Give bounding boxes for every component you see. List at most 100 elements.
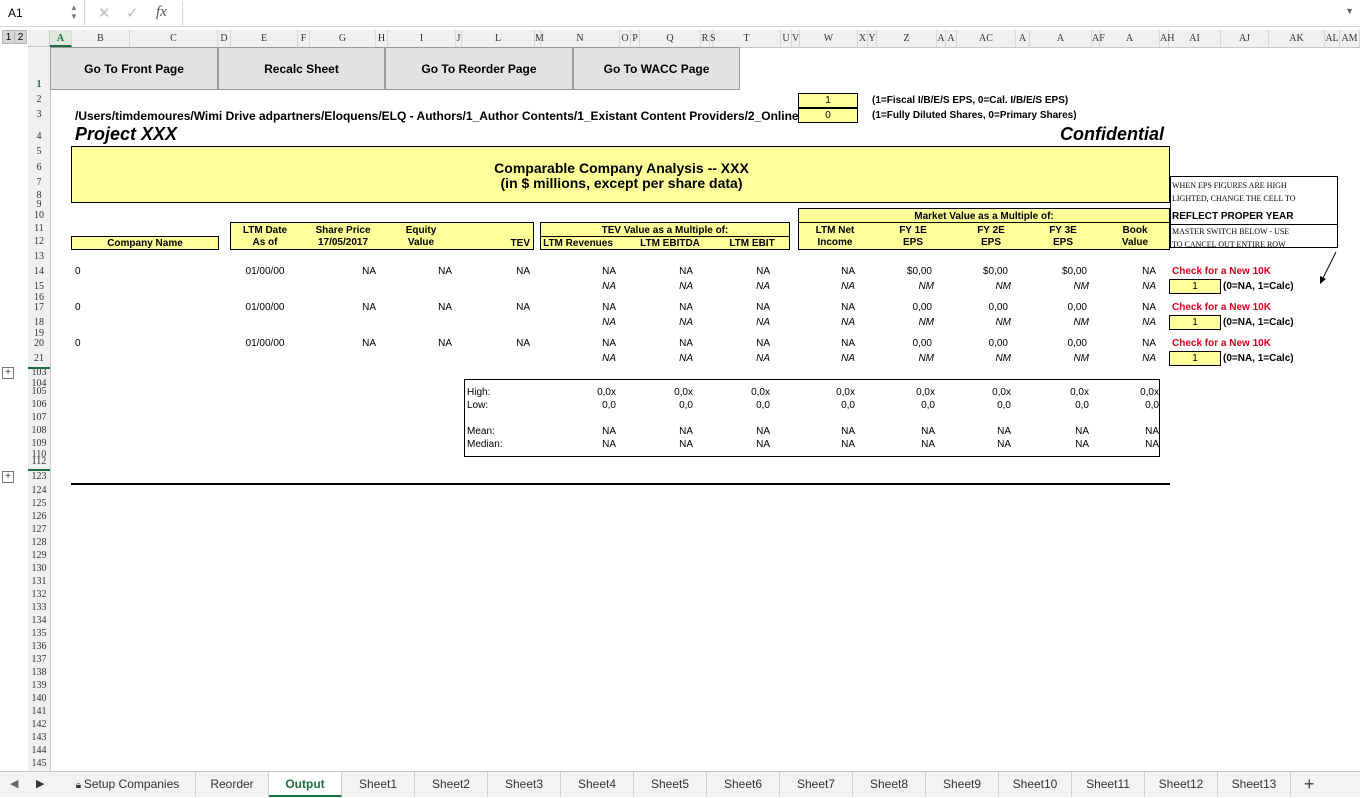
row-header-cell[interactable]: 143: [28, 732, 50, 744]
row-header-cell[interactable]: 112: [28, 456, 50, 468]
sheet-tab[interactable]: Sheet9: [926, 772, 999, 797]
chevron-down-icon[interactable]: ▼: [1345, 6, 1354, 16]
column-header-cell[interactable]: AL: [1325, 30, 1340, 47]
enter-check-icon[interactable]: ✓: [126, 4, 139, 22]
row-header-cell[interactable]: 107: [28, 412, 50, 424]
column-header-cell[interactable]: G: [310, 30, 376, 47]
column-header-cell[interactable]: Q: [640, 30, 701, 47]
column-header-cell[interactable]: B: [72, 30, 130, 47]
sheet-tab[interactable]: Sheet12: [1145, 772, 1218, 797]
row-header-cell[interactable]: 130: [28, 563, 50, 575]
select-all-corner[interactable]: [28, 30, 50, 47]
column-header-cell[interactable]: R: [701, 30, 710, 47]
sheet-tab[interactable]: Reorder: [196, 772, 269, 797]
row-header-cell[interactable]: 145: [28, 758, 50, 770]
row-header-cell[interactable]: 141: [28, 706, 50, 718]
column-header-cell[interactable]: A: [946, 30, 957, 47]
column-header-cell[interactable]: AF: [1092, 30, 1105, 47]
column-header-cell[interactable]: A: [50, 30, 72, 47]
prev-sheet-icon[interactable]: ◀: [10, 777, 18, 790]
row-header-cell[interactable]: 21: [28, 353, 50, 365]
row-header-cell[interactable]: 137: [28, 654, 50, 666]
function-icon[interactable]: fx: [156, 4, 167, 21]
name-box[interactable]: A1 ▲ ▼: [0, 0, 85, 26]
column-header-cell[interactable]: AI: [1169, 30, 1221, 47]
row-header-cell[interactable]: 13: [28, 251, 50, 263]
row-header-cell[interactable]: 138: [28, 667, 50, 679]
formula-input[interactable]: [182, 2, 1347, 26]
sheet-tab[interactable]: Sheet3: [488, 772, 561, 797]
sheet-tab[interactable]: Sheet4: [561, 772, 634, 797]
cancel-icon[interactable]: ✕: [98, 4, 111, 22]
row-header-cell[interactable]: 134: [28, 615, 50, 627]
row-header-cell[interactable]: 124: [28, 485, 50, 497]
sheet-tab[interactable]: Sheet5: [634, 772, 707, 797]
name-box-dropdown-icon[interactable]: ▲ ▼: [70, 3, 78, 21]
recalc-sheet-button[interactable]: Recalc Sheet: [218, 47, 385, 90]
row-header-cell[interactable]: 5: [28, 146, 50, 158]
sheet-tab[interactable]: Sheet13: [1218, 772, 1291, 797]
column-header-cell[interactable]: O: [620, 30, 631, 47]
column-header-cell[interactable]: A: [937, 30, 946, 47]
row-header-cell[interactable]: 144: [28, 745, 50, 757]
row-header-cell[interactable]: 136: [28, 641, 50, 653]
row-header-cell[interactable]: 4: [28, 131, 50, 143]
row-header-cell[interactable]: 10: [28, 210, 50, 222]
column-header-cell[interactable]: T: [713, 30, 781, 47]
column-header-cell[interactable]: D: [218, 30, 231, 47]
sheet-tab[interactable]: Sheet7: [780, 772, 853, 797]
go-to-wacc-page-button[interactable]: Go To WACC Page: [573, 47, 740, 90]
row-header-cell[interactable]: 131: [28, 576, 50, 588]
column-header-cell[interactable]: W: [800, 30, 858, 47]
row-header-cell[interactable]: 126: [28, 511, 50, 523]
row-header-cell[interactable]: 127: [28, 524, 50, 536]
add-sheet-icon[interactable]: +: [1304, 772, 1315, 796]
go-to-reorder-page-button[interactable]: Go To Reorder Page: [385, 47, 573, 90]
row-header-cell[interactable]: 11: [28, 223, 50, 235]
row-header-cell[interactable]: 105: [28, 386, 50, 398]
sheet-tab[interactable]: Output: [269, 772, 342, 797]
column-header-cell[interactable]: Z: [877, 30, 937, 47]
column-header-cell[interactable]: L: [462, 30, 535, 47]
row-header-cell[interactable]: 3: [28, 109, 50, 121]
row-header-cell[interactable]: 128: [28, 537, 50, 549]
row-header-cell[interactable]: 1: [28, 79, 50, 91]
row-header-cell[interactable]: 140: [28, 693, 50, 705]
row-header-cell[interactable]: 17: [28, 302, 50, 314]
row-header-cell[interactable]: 123: [28, 471, 50, 483]
row-switch-cell[interactable]: 1: [1169, 315, 1221, 330]
column-header-cell[interactable]: P: [631, 30, 640, 47]
sheet-tab[interactable]: Sheet10: [999, 772, 1072, 797]
column-header-cell[interactable]: Y: [868, 30, 877, 47]
column-header-cell[interactable]: A: [1016, 30, 1030, 47]
column-header-cell[interactable]: AC: [957, 30, 1016, 47]
row-header-cell[interactable]: 139: [28, 680, 50, 692]
row-header-cell[interactable]: 125: [28, 498, 50, 510]
column-header-cell[interactable]: AM: [1340, 30, 1360, 47]
row-header-cell[interactable]: 20: [28, 338, 50, 350]
row-switch-cell[interactable]: 1: [1169, 351, 1221, 366]
expand-group-icon[interactable]: +: [2, 367, 14, 379]
row-switch-cell[interactable]: 1: [1169, 279, 1221, 294]
column-header-cell[interactable]: F: [298, 30, 310, 47]
row-header-cell[interactable]: 142: [28, 719, 50, 731]
row-header-cell[interactable]: 14: [28, 266, 50, 278]
row-header-cell[interactable]: 135: [28, 628, 50, 640]
row-header-cell[interactable]: 106: [28, 399, 50, 411]
column-header-cell[interactable]: AK: [1269, 30, 1325, 47]
sheet-tab[interactable]: Sheet8: [853, 772, 926, 797]
row-header-cell[interactable]: 6: [28, 162, 50, 174]
column-header-cell[interactable]: AJ: [1221, 30, 1269, 47]
column-header-cell[interactable]: E: [231, 30, 298, 47]
column-header-cell[interactable]: A: [1030, 30, 1092, 47]
sheet-tab[interactable]: Sheet2: [415, 772, 488, 797]
sheet-tab[interactable]: 🔒︎ Setup Companies: [60, 772, 196, 797]
column-header-cell[interactable]: U: [781, 30, 792, 47]
eps-switch-cell[interactable]: 1: [798, 93, 858, 108]
column-header-cell[interactable]: H: [376, 30, 388, 47]
row-header-cell[interactable]: 2: [28, 94, 50, 106]
column-header-cell[interactable]: X: [858, 30, 868, 47]
row-header-cell[interactable]: 7: [28, 177, 50, 189]
column-header-cell[interactable]: C: [130, 30, 218, 47]
column-header-cell[interactable]: N: [541, 30, 620, 47]
